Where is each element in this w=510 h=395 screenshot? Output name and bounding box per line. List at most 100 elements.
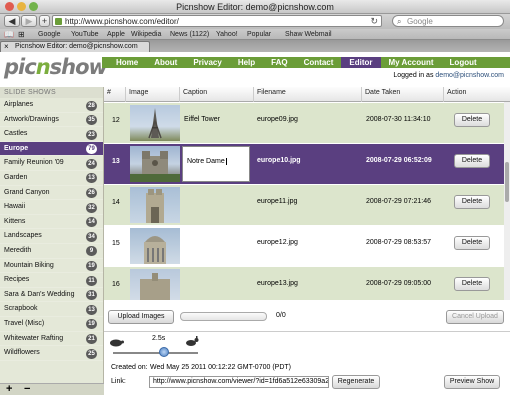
sidebar-item[interactable]: Recipes 11 [0, 273, 103, 288]
delete-button[interactable]: Delete [454, 277, 490, 291]
sidebar-item[interactable]: Family Reunion '09 24 [0, 156, 103, 171]
delete-button[interactable]: Delete [454, 195, 490, 209]
sidebar-item-label: Recipes [4, 276, 30, 284]
back-button[interactable]: ◀ [4, 15, 20, 27]
speed-slider-track[interactable] [113, 352, 198, 354]
picnshow-logo[interactable]: picnshow [4, 55, 108, 79]
pantheon-image [144, 236, 166, 264]
col-image[interactable]: Image [126, 87, 180, 102]
sidebar-item-label: Mountain Biking [4, 261, 54, 269]
bookmark-news[interactable]: News (1122) [170, 29, 209, 40]
remove-slideshow-button[interactable]: − [24, 383, 30, 395]
bookmark-google[interactable]: Google [38, 29, 61, 40]
col-action[interactable]: Action [444, 87, 510, 102]
active-tab[interactable]: × Picnshow Editor: demo@picnshow.com [0, 41, 150, 52]
caption-input[interactable]: Notre Dame [182, 146, 250, 182]
sidebar-footer: + − [0, 383, 104, 395]
tab-close-icon[interactable]: × [4, 42, 9, 52]
sidebar-item[interactable]: Scrapbook 13 [0, 302, 103, 317]
nav-my-account[interactable]: My Account [381, 57, 442, 68]
sidebar-item[interactable]: Castles 23 [0, 127, 103, 142]
bookmarks-grid-icon[interactable]: ⊞ [18, 29, 25, 40]
table-row[interactable]: 14 europe11.jpg 2008-07-29 07:21:46 Dele… [104, 185, 510, 226]
sidebar-item[interactable]: Artwork/Drawings 35 [0, 113, 103, 128]
table-row[interactable]: 16 europe13.jpg 2008-07-29 09:05:00 Dele… [104, 267, 510, 300]
nav-help[interactable]: Help [230, 57, 263, 68]
table-row[interactable]: 12 Eiffel Tower europe09.jpg 2008-07-30 … [104, 103, 510, 144]
browser-toolbar: ◀ ▶ + http://www.picnshow.com/editor/ ↻ … [0, 14, 510, 29]
add-slideshow-button[interactable]: + [6, 383, 12, 395]
table-row[interactable]: 15 europe12.jpg 2008-07-29 08:53:57 Dele… [104, 226, 510, 267]
new-tab-button[interactable]: + [39, 15, 50, 27]
sidebar-item[interactable]: Grand Canyon 26 [0, 186, 103, 201]
sidebar-item[interactable]: Airplanes 28 [0, 98, 103, 113]
address-bar[interactable]: http://www.picnshow.com/editor/ ↻ [52, 15, 382, 27]
delete-button[interactable]: Delete [454, 154, 490, 168]
sidebar-item[interactable]: Sara & Dan's Wedding 31 [0, 288, 103, 303]
link-field[interactable]: http://www.picnshow.com/viewer/?id=1fd6a… [149, 376, 329, 388]
nav-about[interactable]: About [146, 57, 185, 68]
minimize-window-icon[interactable] [17, 2, 26, 11]
close-window-icon[interactable] [5, 2, 14, 11]
zoom-window-icon[interactable] [29, 2, 38, 11]
col-caption[interactable]: Caption [180, 87, 254, 102]
photo-thumbnail[interactable] [130, 105, 180, 141]
reload-icon[interactable]: ↻ [370, 16, 378, 27]
col-date-taken[interactable]: Date Taken [362, 87, 444, 102]
table-row-selected[interactable]: 13 Notre Dame europe10.jpg 2008-07-29 06… [104, 144, 510, 185]
sidebar-item[interactable]: Mountain Biking 19 [0, 259, 103, 274]
count-badge: 24 [86, 158, 97, 169]
sidebar-item[interactable]: Wildflowers 25 [0, 346, 103, 361]
caption-text[interactable]: Eiffel Tower [184, 116, 220, 123]
sidebar-item[interactable]: Hawaii 32 [0, 200, 103, 215]
nav-logout[interactable]: Logout [442, 57, 485, 68]
building-image [140, 273, 170, 300]
photo-thumbnail[interactable] [130, 146, 180, 182]
sidebar-item[interactable]: Travel (Misc) 19 [0, 317, 103, 332]
forward-button[interactable]: ▶ [21, 15, 37, 27]
bookmark-shaw-webmail[interactable]: Shaw Webmail [285, 29, 332, 40]
sidebar-item[interactable]: Landscapes 34 [0, 229, 103, 244]
photo-thumbnail[interactable] [130, 269, 180, 300]
nav-faq[interactable]: FAQ [263, 57, 295, 68]
photo-thumbnail[interactable] [130, 228, 180, 264]
date-text: 2008-07-30 11:34:10 [366, 116, 431, 123]
delete-button[interactable]: Delete [454, 236, 490, 250]
count-badge: 34 [86, 231, 97, 242]
cancel-upload-button[interactable]: Cancel Upload [446, 310, 504, 324]
sidebar-item[interactable]: Europe 79 [0, 141, 103, 157]
bookmark-popular[interactable]: Popular [247, 29, 271, 40]
url-text: http://www.picnshow.com/editor/ [65, 17, 179, 26]
photo-thumbnail[interactable] [130, 187, 180, 223]
col-filename[interactable]: Filename [254, 87, 362, 102]
slideshow-settings: 2.5s Created on: Wed May 25 2011 00:12:2… [104, 331, 510, 395]
speed-slider-knob[interactable] [159, 347, 169, 357]
nav-editor[interactable]: Editor [341, 57, 381, 68]
bookmark-yahoo[interactable]: Yahoo! [216, 29, 238, 40]
bookmarks-book-icon[interactable]: 📖 [4, 29, 14, 40]
search-field[interactable]: ⌕ Google [392, 15, 504, 27]
nav-contact[interactable]: Contact [296, 57, 342, 68]
scrollbar-thumb[interactable] [505, 162, 509, 202]
sidebar-item[interactable]: Garden 13 [0, 171, 103, 186]
preview-show-button[interactable]: Preview Show [444, 375, 500, 389]
nav-privacy[interactable]: Privacy [185, 57, 229, 68]
sidebar-item[interactable]: Whitewater Rafting 21 [0, 332, 103, 347]
bookmark-apple[interactable]: Apple [107, 29, 125, 40]
bookmark-youtube[interactable]: YouTube [71, 29, 99, 40]
col-number[interactable]: # [104, 87, 126, 102]
regenerate-button[interactable]: Regenerate [332, 375, 380, 389]
sidebar-item-label: Whitewater Rafting [4, 334, 64, 342]
sidebar-item[interactable]: Kittens 14 [0, 215, 103, 230]
sidebar-item-label: Travel (Misc) [4, 319, 45, 327]
eiffel-tower-image [148, 108, 162, 139]
count-badge: 25 [86, 348, 97, 359]
upload-images-button[interactable]: Upload Images [108, 310, 174, 324]
text-cursor [225, 158, 227, 165]
nav-home[interactable]: Home [108, 57, 146, 68]
table-scrollbar[interactable] [504, 102, 510, 300]
sidebar-item[interactable]: Meredith 9 [0, 244, 103, 259]
count-badge: 23 [86, 129, 97, 140]
bookmark-wikipedia[interactable]: Wikipedia [131, 29, 161, 40]
delete-button[interactable]: Delete [454, 113, 490, 127]
